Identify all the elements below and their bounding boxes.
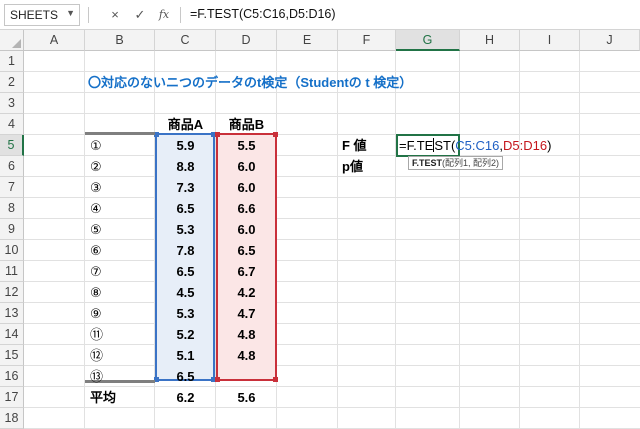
row-index: ③ [90,180,102,195]
gridline [84,51,85,429]
name-box-value: SHEETS [10,8,59,22]
value-product-b[interactable]: 6.0 [216,156,277,177]
value-product-b[interactable]: 6.6 [216,198,277,219]
value-product-b[interactable]: 4.8 [216,345,277,366]
name-box[interactable]: SHEETS ▼ [4,4,80,26]
row-index: ⑧ [90,285,102,300]
value-product-a[interactable]: 4.5 [155,282,216,303]
header-product-b: 商品B [228,117,265,132]
formula-range-1: C5:C16 [455,138,500,153]
tooltip-function-name[interactable]: F.TEST [412,158,442,168]
gridline [395,51,396,429]
gridline [24,113,640,114]
row-header-15[interactable]: 15 [0,345,24,366]
value-product-b[interactable]: 4.8 [216,324,277,345]
gridline [519,51,520,429]
value-product-a[interactable]: 5.1 [155,345,216,366]
row-index: ② [90,159,102,174]
gridline [459,51,460,429]
function-tooltip: F.TEST(配列1, 配列2) [408,156,504,170]
insert-function-icon[interactable]: fx [154,5,174,25]
row-header-12[interactable]: 12 [0,282,24,303]
mean-product-a[interactable]: 6.2 [155,387,216,408]
value-product-a[interactable]: 5.2 [155,324,216,345]
row-index: ⑤ [90,222,102,237]
column-header-a[interactable]: A [24,30,85,51]
value-product-a[interactable]: 6.5 [155,261,216,282]
row-index: ⑦ [90,264,102,279]
column-header-i[interactable]: I [520,30,580,51]
column-header-j[interactable]: J [580,30,640,51]
row-header-7[interactable]: 7 [0,177,24,198]
column-header-f[interactable]: F [338,30,396,51]
value-product-b[interactable]: 4.7 [216,303,277,324]
value-product-b[interactable]: 6.5 [216,240,277,261]
formula-bar: SHEETS ▼ × ✓ fx =F.TEST(C5:C16,D5:D16) [0,0,640,30]
row-index: ⑪ [90,327,104,342]
row-index: ⑫ [90,348,104,363]
mean-label: 平均 [90,390,117,405]
column-header-c[interactable]: C [155,30,216,51]
mean-product-b[interactable]: 5.6 [216,387,277,408]
row-header-2[interactable]: 2 [0,72,24,93]
gridline [337,51,338,429]
select-all-corner[interactable] [0,30,24,51]
value-product-a[interactable]: 5.9 [155,135,216,156]
column-header-d[interactable]: D [216,30,277,51]
row-header-8[interactable]: 8 [0,198,24,219]
formula-mid: ST( [434,138,456,153]
row-header-3[interactable]: 3 [0,93,24,114]
header-product-a: 商品A [167,117,204,132]
row-index: ⑨ [90,306,102,321]
formula-input[interactable]: =F.TEST(C5:C16,D5:D16) [190,7,336,21]
value-product-b[interactable] [216,366,277,387]
value-product-a[interactable]: 5.3 [155,303,216,324]
cell-formula-editor[interactable]: =F.TEST(C5:C16,D5:D16) [399,136,551,155]
tooltip-args: (配列1, 配列2) [442,158,500,168]
row-header-9[interactable]: 9 [0,219,24,240]
row-index: ⑥ [90,243,102,258]
value-product-b[interactable]: 5.5 [216,135,277,156]
value-product-a[interactable]: 6.5 [155,198,216,219]
value-product-b[interactable]: 4.2 [216,282,277,303]
value-product-b[interactable]: 6.7 [216,261,277,282]
value-product-b[interactable]: 6.0 [216,177,277,198]
row-header-4[interactable]: 4 [0,114,24,135]
chevron-down-icon[interactable]: ▼ [66,8,75,18]
row-header-16[interactable]: 16 [0,366,24,387]
formula-prefix: =F.TE [399,138,434,153]
enter-icon[interactable]: ✓ [130,5,150,25]
formula-close: ) [547,138,552,153]
value-product-b[interactable]: 6.0 [216,219,277,240]
row-header-6[interactable]: 6 [0,156,24,177]
value-product-a[interactable]: 7.8 [155,240,216,261]
column-header-h[interactable]: H [460,30,520,51]
sheet-title: 〇対応のないニつのデータのt検定（Studentの t 検定） [88,75,413,90]
row-header-1[interactable]: 1 [0,51,24,72]
row-header-13[interactable]: 13 [0,303,24,324]
formula-range-2: D5:D16 [502,138,548,153]
row-index: ④ [90,201,102,216]
row-header-17[interactable]: 17 [0,387,24,408]
gridline [579,51,580,429]
cancel-icon[interactable]: × [105,5,125,25]
f-value-label: F 値 [342,138,367,153]
column-header-g[interactable]: G [396,30,460,51]
row-header-14[interactable]: 14 [0,324,24,345]
row-header-10[interactable]: 10 [0,240,24,261]
column-header-e[interactable]: E [277,30,338,51]
row-header-11[interactable]: 11 [0,261,24,282]
row-index: ① [90,138,102,153]
value-product-a[interactable]: 6.5 [155,366,216,387]
value-product-a[interactable]: 5.3 [155,219,216,240]
value-product-a[interactable]: 8.8 [155,156,216,177]
toolbar-divider [88,7,89,23]
p-value-label: p値 [342,159,363,174]
row-header-5[interactable]: 5 [0,135,24,156]
row-header-18[interactable]: 18 [0,408,24,429]
toolbar-divider [180,7,181,23]
column-header-b[interactable]: B [85,30,155,51]
value-product-a[interactable]: 7.3 [155,177,216,198]
row-index: ⑬ [90,369,104,384]
